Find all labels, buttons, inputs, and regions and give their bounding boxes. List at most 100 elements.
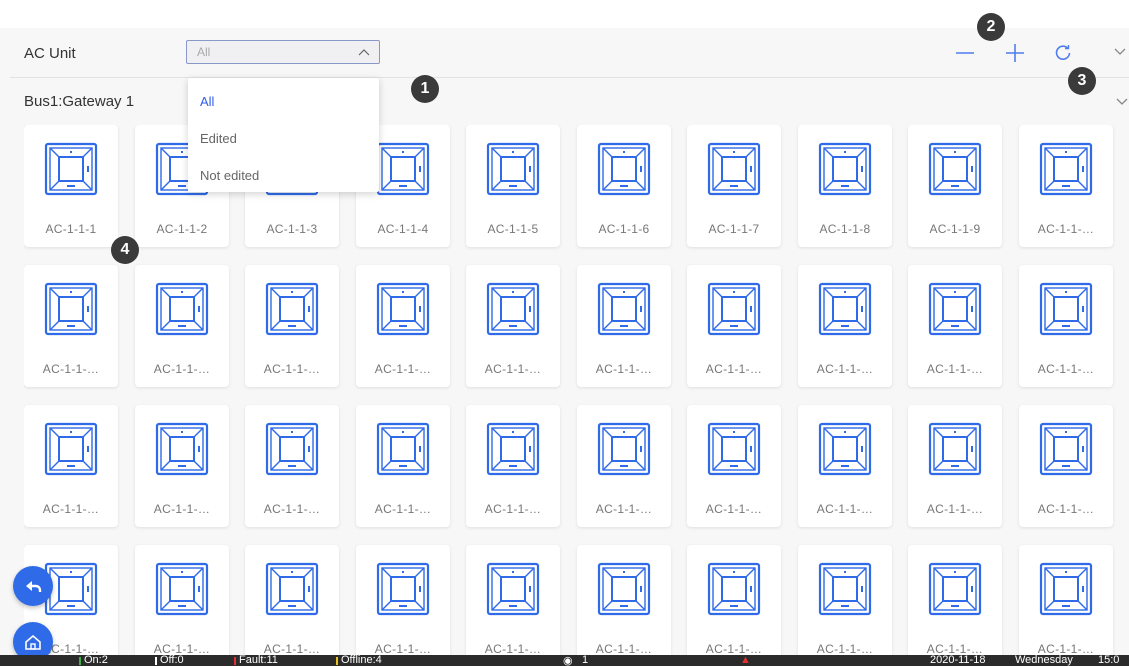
ac-unit-card[interactable]: AC-1-1-… [24,265,118,387]
ac-unit-icon [375,561,431,617]
ac-unit-card[interactable]: AC-1-1-… [577,405,671,527]
ac-unit-label: AC-1-1-… [263,642,321,655]
ac-unit-card[interactable]: AC-1-1-… [1019,405,1113,527]
ac-unit-icon [43,281,99,337]
filter-select-value: All [197,45,211,59]
ac-unit-card[interactable]: AC-1-1-… [466,545,560,655]
user-icon: ◉ [563,655,573,666]
ac-unit-icon [1038,141,1094,197]
ac-unit-label: AC-1-1-… [374,362,432,376]
ac-unit-label: AC-1-1-… [926,642,984,655]
ac-unit-label: AC-1-1-8 [819,222,871,236]
ac-unit-label: AC-1-1-3 [266,222,318,236]
ac-unit-label: AC-1-1-… [705,502,763,516]
callout-marker-4: 4 [111,236,139,264]
chevron-down-icon [1114,94,1129,108]
ac-unit-card[interactable]: AC-1-1-… [908,265,1002,387]
filter-option-all[interactable]: All [188,81,379,118]
filter-select[interactable]: All [186,40,380,64]
ac-unit-card[interactable]: AC-1-1-… [245,405,339,527]
ac-unit-label: AC-1-1-… [263,502,321,516]
ac-unit-label: AC-1-1-2 [156,222,208,236]
ac-unit-card[interactable]: AC-1-1-… [356,265,450,387]
back-button[interactable] [13,566,53,606]
ac-unit-icon [154,421,210,477]
callout-marker-2: 2 [977,13,1005,41]
ac-unit-icon [43,141,99,197]
gateway-group-header[interactable]: Bus1:Gateway 1 [10,79,1129,121]
ac-unit-card[interactable]: AC-1-1-6 [577,125,671,247]
status-time: 15:0 [1098,655,1120,666]
ac-unit-card[interactable]: AC-1-1-… [687,265,781,387]
refresh-icon [1052,42,1074,64]
callout-marker-1: 1 [411,75,439,103]
ac-unit-card[interactable]: AC-1-1-8 [798,125,892,247]
zoom-out-button[interactable] [954,42,976,64]
ac-unit-icon [927,421,983,477]
minus-icon [954,42,976,64]
filter-dropdown-menu: All Edited Not edited [188,78,379,192]
ac-unit-card[interactable]: AC-1-1-… [798,405,892,527]
ac-unit-icon [596,141,652,197]
ac-unit-label: AC-1-1-… [816,502,874,516]
ac-unit-card[interactable]: AC-1-1-… [466,265,560,387]
status-off-indicator [155,657,157,665]
ac-unit-card[interactable]: AC-1-1-… [245,265,339,387]
ac-unit-label: AC-1-1-… [374,642,432,655]
ac-unit-card[interactable]: AC-1-1-… [577,265,671,387]
refresh-button[interactable] [1052,42,1074,64]
gateway-collapse-button[interactable] [1114,94,1129,108]
ac-unit-card[interactable]: AC-1-1-… [135,545,229,655]
ac-unit-card[interactable]: AC-1-1-… [577,545,671,655]
ac-unit-icon [264,421,320,477]
ac-unit-label: AC-1-1-… [1037,222,1095,236]
ac-unit-icon [927,141,983,197]
ac-unit-card[interactable]: AC-1-1-… [24,405,118,527]
ac-unit-icon [706,281,762,337]
ac-unit-label: AC-1-1-… [1037,502,1095,516]
ac-unit-icon [817,141,873,197]
ac-unit-card[interactable]: AC-1-1-… [1019,265,1113,387]
ac-unit-card[interactable]: AC-1-1-… [135,405,229,527]
ac-unit-card[interactable]: AC-1-1-… [1019,545,1113,655]
ac-unit-icon [43,421,99,477]
ac-unit-card[interactable]: AC-1-1-… [245,545,339,655]
header-collapse-button[interactable] [1112,44,1128,58]
ac-unit-icon [485,141,541,197]
status-offline-indicator [336,657,338,665]
ac-unit-card[interactable]: AC-1-1-… [798,545,892,655]
ac-unit-card[interactable]: AC-1-1-1 [24,125,118,247]
ac-unit-label: AC-1-1-… [42,362,100,376]
ac-unit-icon [264,281,320,337]
ac-unit-card[interactable]: AC-1-1-… [908,405,1002,527]
ac-unit-label: AC-1-1-… [374,502,432,516]
ac-unit-card[interactable]: AC-1-1-… [135,265,229,387]
filter-option-edited[interactable]: Edited [188,118,379,155]
ac-unit-label: AC-1-1-… [263,362,321,376]
ac-unit-icon [154,561,210,617]
ac-unit-card[interactable]: AC-1-1-… [798,265,892,387]
chevron-up-icon [357,46,371,58]
ac-unit-icon [375,281,431,337]
status-fault-indicator [234,657,236,665]
ac-unit-card[interactable]: AC-1-1-7 [687,125,781,247]
ac-unit-card[interactable]: AC-1-1-… [356,405,450,527]
ac-unit-card[interactable]: AC-1-1-… [908,545,1002,655]
ac-unit-card[interactable]: AC-1-1-… [1019,125,1113,247]
warning-icon[interactable]: ▲ [740,655,751,666]
page-title: AC Unit [24,45,76,62]
ac-unit-label: AC-1-1-6 [598,222,650,236]
ac-unit-icon [375,141,431,197]
ac-unit-icon [485,561,541,617]
ac-unit-card[interactable]: AC-1-1-… [356,545,450,655]
ac-unit-card[interactable]: AC-1-1-… [466,405,560,527]
ac-unit-card[interactable]: AC-1-1-9 [908,125,1002,247]
ac-unit-card[interactable]: AC-1-1-… [687,545,781,655]
status-on-indicator [79,657,81,665]
ac-unit-card[interactable]: AC-1-1-5 [466,125,560,247]
callout-marker-3: 3 [1068,67,1096,95]
zoom-in-button[interactable] [1004,42,1026,64]
ac-unit-card[interactable]: AC-1-1-… [687,405,781,527]
filter-option-not-edited[interactable]: Not edited [188,155,379,192]
ac-unit-label: AC-1-1-… [484,362,542,376]
